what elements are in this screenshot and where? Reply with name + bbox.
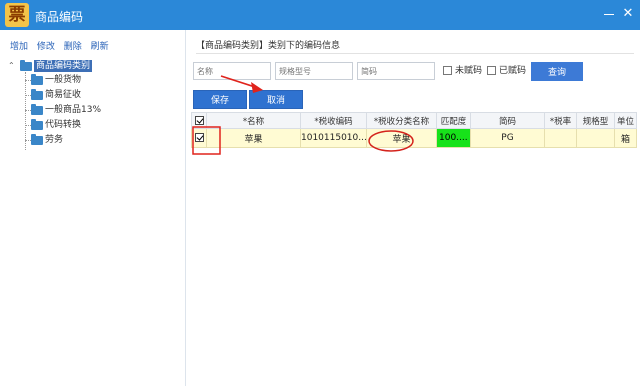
folder-icon bbox=[31, 119, 43, 130]
cell-spec[interactable] bbox=[576, 128, 615, 148]
select-all-cell[interactable] bbox=[191, 112, 207, 129]
add-link[interactable]: 增加 bbox=[10, 39, 28, 52]
short-code-input[interactable] bbox=[358, 63, 434, 79]
cell-match[interactable]: 100.... bbox=[436, 128, 471, 148]
close-icon[interactable]: ✕ bbox=[620, 6, 636, 22]
col-tax-rate[interactable]: *税率 bbox=[544, 112, 577, 129]
short-code-filter[interactable] bbox=[357, 62, 435, 80]
uncoded-label: 未赋码 bbox=[455, 66, 483, 76]
collapse-icon[interactable]: ⌃ bbox=[8, 61, 17, 70]
category-sidebar: 增加 修改 删除 刷新 ⌃ 商品编码类别 一般货物 简易征收 一般商品13% 代… bbox=[0, 30, 186, 386]
code-grid: *名称 *税收编码 *税收分类名称 匹配度 简码 *税率 规格型 单位 苹果 1… bbox=[191, 112, 637, 148]
folder-icon bbox=[31, 104, 43, 115]
cell-name[interactable]: 苹果 bbox=[206, 128, 301, 148]
col-spec[interactable]: 规格型 bbox=[576, 112, 615, 129]
checkbox-box[interactable] bbox=[443, 66, 452, 75]
name-filter[interactable] bbox=[193, 62, 271, 80]
title-bar: 票 商品编码 ✕ bbox=[0, 0, 640, 30]
edit-link[interactable]: 修改 bbox=[37, 39, 55, 52]
cell-tax-rate[interactable] bbox=[544, 128, 577, 148]
cell-short-code[interactable]: PG bbox=[470, 128, 545, 148]
refresh-link[interactable]: 刷新 bbox=[91, 39, 109, 52]
col-name[interactable]: *名称 bbox=[206, 112, 301, 129]
col-tax-category[interactable]: *税收分类名称 bbox=[366, 112, 437, 129]
sidebar-toolbar: 增加 修改 删除 刷新 bbox=[10, 39, 115, 52]
tree-item-label: 简易征收 bbox=[45, 90, 82, 100]
spec-filter[interactable] bbox=[275, 62, 353, 80]
table-row[interactable]: 苹果 1010115010... 苹果 100.... PG 箱 bbox=[191, 128, 637, 148]
name-input[interactable] bbox=[194, 63, 270, 79]
divider bbox=[196, 53, 634, 54]
col-short-code[interactable]: 简码 bbox=[470, 112, 545, 129]
tree-item-label: 一般商品13% bbox=[45, 105, 102, 115]
col-tax-code[interactable]: *税收编码 bbox=[300, 112, 367, 129]
select-all-checkbox[interactable] bbox=[194, 115, 204, 125]
cell-tax-code[interactable]: 1010115010... bbox=[300, 128, 367, 148]
invoice-app-icon: 票 bbox=[5, 3, 29, 27]
folder-icon bbox=[31, 134, 43, 145]
folder-icon bbox=[31, 74, 43, 85]
window-title: 商品编码 bbox=[35, 10, 84, 24]
tree-root-label[interactable]: 商品编码类别 bbox=[34, 60, 93, 72]
breadcrumb: 【商品编码类别】类别下的编码信息 bbox=[196, 41, 341, 51]
tree-item-label: 代码转换 bbox=[45, 120, 82, 130]
delete-link[interactable]: 删除 bbox=[64, 39, 82, 52]
cell-tax-category[interactable]: 苹果 bbox=[366, 128, 437, 148]
row-select-cell[interactable] bbox=[191, 128, 207, 148]
coded-label: 已赋码 bbox=[499, 66, 527, 76]
spec-input[interactable] bbox=[276, 63, 352, 79]
code-detail-panel: 【商品编码类别】类别下的编码信息 未赋码 已赋码 查询 保存 取消 *名称 *税… bbox=[186, 30, 640, 386]
row-checkbox[interactable] bbox=[194, 133, 204, 142]
folder-icon bbox=[20, 60, 32, 71]
save-button[interactable]: 保存 bbox=[193, 90, 247, 109]
grid-header-row: *名称 *税收编码 *税收分类名称 匹配度 简码 *税率 规格型 单位 bbox=[191, 112, 637, 129]
cell-unit[interactable]: 箱 bbox=[614, 128, 637, 148]
tree-item-label: 劳务 bbox=[45, 135, 64, 145]
cancel-button[interactable]: 取消 bbox=[249, 90, 303, 109]
minimize-icon[interactable] bbox=[601, 6, 617, 22]
col-match[interactable]: 匹配度 bbox=[436, 112, 471, 129]
query-button[interactable]: 查询 bbox=[531, 62, 583, 81]
folder-icon bbox=[31, 89, 43, 100]
checkbox-box[interactable] bbox=[487, 66, 496, 75]
col-unit[interactable]: 单位 bbox=[614, 112, 637, 129]
tree-item-label: 一般货物 bbox=[45, 75, 82, 85]
